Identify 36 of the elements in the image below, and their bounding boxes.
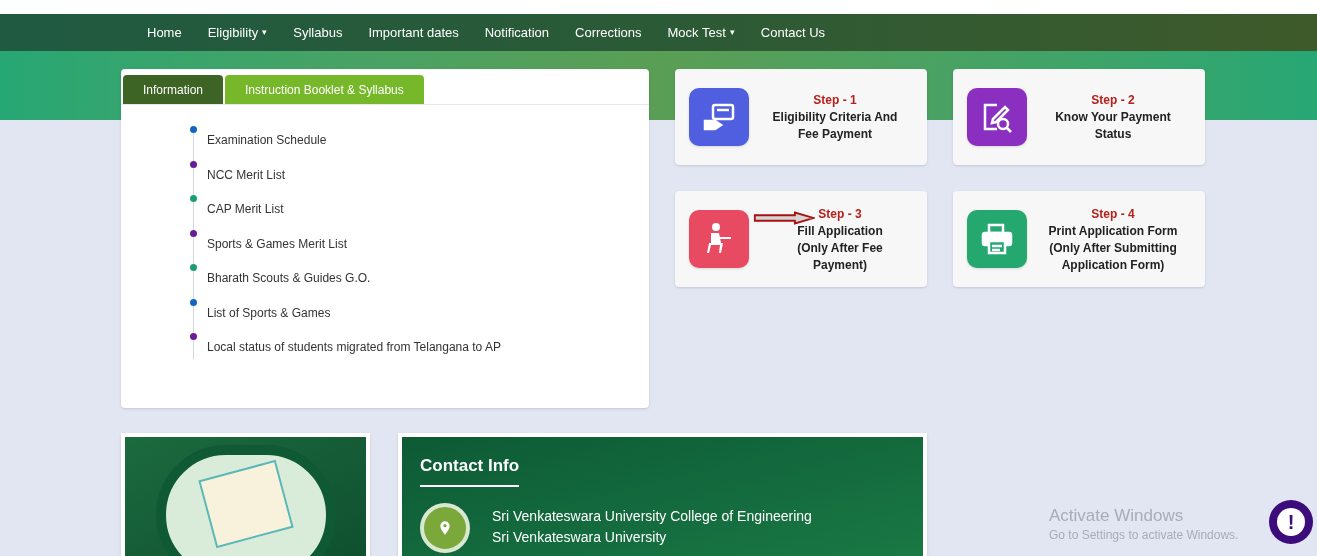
step-number: Step - 1 (813, 92, 857, 109)
info-link[interactable]: Bharath Scouts & Guides G.O. (207, 269, 371, 287)
info-link[interactable]: List of Sports & Games (207, 303, 331, 322)
step-title: Fill Application (Only After Fee Payment) (796, 222, 884, 274)
info-link[interactable]: Sports & Games Merit List (207, 234, 348, 253)
step-number: Step - 2 (1091, 92, 1135, 109)
nav-link[interactable]: Corrections (575, 22, 642, 43)
printer-icon (979, 221, 1015, 257)
step-title: Know Your Payment Status (1054, 109, 1172, 143)
info-link[interactable]: Examination Schedule (207, 131, 327, 149)
help-button[interactable]: ! (1269, 500, 1313, 544)
step-title: Eligibility Criteria And Fee Payment (771, 109, 899, 143)
info-link[interactable]: CAP Merit List (207, 200, 284, 218)
pointer-arrow-icon (753, 211, 815, 225)
nav-link[interactable]: Mock Test ▾ (667, 22, 735, 43)
step-card[interactable]: Step - 2 Know Your Payment Status (953, 69, 1205, 165)
step-card[interactable]: Step - 4 Print Application Form (Only After Submitting Application Form) (953, 191, 1205, 287)
info-link[interactable]: Local status of students migrated from Telangana to AP (207, 338, 501, 356)
tab[interactable]: Information (123, 75, 224, 104)
step-number: Step - 4 (1091, 205, 1135, 223)
step-card[interactable]: Step - 1 Eligibility Criteria And Fee Payment (675, 69, 927, 165)
nav-link[interactable]: Contact Us (760, 22, 826, 43)
step-title: Print Application Form (Only After Submitting Application Form) (1047, 222, 1179, 274)
activation-title: Activate Windows (1049, 506, 1185, 526)
address-line: Sri Venkateswara University College of Engineering (492, 506, 812, 526)
step-number: Step - 3 (818, 205, 862, 223)
contact-title: Contact Info (420, 453, 520, 487)
nav-link[interactable]: Syllabus (293, 22, 343, 43)
step-card[interactable]: Step - 3 Fill Application (Only After Fee Payment) (675, 191, 927, 287)
info-link[interactable]: NCC Merit List (207, 165, 285, 184)
nav-link[interactable]: Home (147, 22, 182, 43)
location-pin-icon (420, 502, 470, 553)
nav-link[interactable]: Notification (484, 22, 550, 43)
address-line: Sri Venkateswara University (492, 527, 668, 547)
nav-link[interactable]: Important dates (368, 22, 459, 43)
nav-link[interactable]: Eligibility ▾ (207, 22, 268, 43)
